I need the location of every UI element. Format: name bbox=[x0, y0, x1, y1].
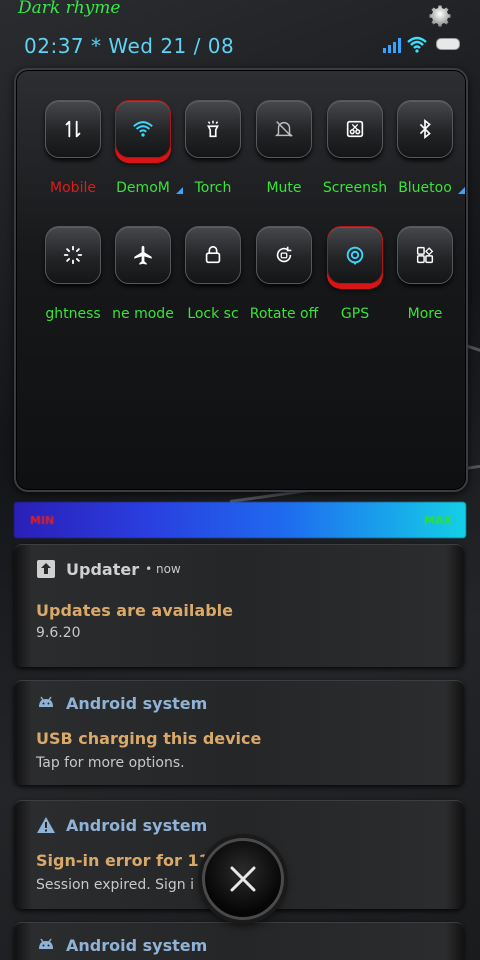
quick-tile-mobile-data[interactable]: Mobile bbox=[37, 100, 109, 196]
quick-tile-button[interactable] bbox=[397, 100, 453, 158]
notification-title: USB charging this device bbox=[36, 729, 262, 748]
quick-tile-airplane[interactable]: ne mode bbox=[107, 226, 179, 322]
close-icon bbox=[230, 866, 256, 892]
quick-tile-wifi[interactable]: DemoM bbox=[107, 100, 183, 196]
notification-card[interactable]: Android system USB charging this device … bbox=[14, 680, 464, 785]
android-icon bbox=[39, 938, 53, 949]
signal-wifi-icon bbox=[383, 36, 427, 53]
quick-tile-label: ne mode bbox=[112, 306, 174, 322]
quick-tile-label: More bbox=[407, 306, 443, 322]
settings-gear-icon[interactable] bbox=[426, 2, 454, 30]
quick-tile-button[interactable] bbox=[327, 226, 383, 284]
bluetooth-icon bbox=[419, 119, 431, 139]
quick-tile-bluetooth[interactable]: Bluetoo bbox=[389, 100, 465, 196]
quick-tile-label: Rotate off bbox=[249, 306, 319, 322]
rotate-icon bbox=[276, 246, 292, 263]
status-clock: 02:37 * Wed 21 / 08 bbox=[24, 34, 235, 58]
battery-icon bbox=[436, 38, 460, 50]
close-shade-button[interactable] bbox=[202, 838, 284, 920]
notification-shade: Dark rhyme 02:37 * Wed 21 / 08 Mobile Dem… bbox=[0, 0, 480, 960]
mute-icon bbox=[274, 121, 294, 137]
torch-icon bbox=[207, 120, 219, 138]
quick-tile-label: Lock sc bbox=[187, 306, 239, 322]
quick-tile-button[interactable] bbox=[397, 226, 453, 284]
quick-tile-label: Mute bbox=[266, 180, 302, 196]
quick-tile-button[interactable] bbox=[327, 100, 383, 158]
quick-tile-label: Bluetoo bbox=[398, 180, 452, 196]
screenshot-icon bbox=[346, 120, 364, 138]
quick-tile-button[interactable] bbox=[115, 100, 171, 158]
theme-label: Dark rhyme bbox=[18, 0, 121, 18]
quick-tile-label: ghtness bbox=[45, 306, 101, 322]
notification-text: Tap for more options. bbox=[36, 755, 185, 771]
upload-icon bbox=[37, 560, 55, 578]
quick-tile-button[interactable] bbox=[45, 226, 101, 284]
quick-tile-button[interactable] bbox=[256, 226, 312, 284]
lock-icon bbox=[205, 245, 221, 264]
gps-icon bbox=[346, 246, 364, 266]
quick-tile-button[interactable] bbox=[45, 100, 101, 158]
brightness-min-label: MIN bbox=[30, 514, 55, 527]
quick-tile-button[interactable] bbox=[256, 100, 312, 158]
quick-tile-label: Torch bbox=[194, 180, 232, 196]
quick-tile-label: Screensh bbox=[322, 180, 388, 196]
quick-tile-button[interactable] bbox=[185, 100, 241, 158]
quick-tile-button[interactable] bbox=[115, 226, 171, 284]
notification-title: Updates are available bbox=[36, 601, 233, 620]
quick-tile-lock[interactable]: Lock sc bbox=[177, 226, 249, 322]
quick-tile-screenshot[interactable]: Screensh bbox=[319, 100, 391, 196]
wifi-icon bbox=[133, 121, 153, 137]
notification-text: Session expired. Sign i bbox=[36, 877, 195, 893]
quick-tile-brightness[interactable]: ghtness bbox=[37, 226, 109, 322]
quick-tile-mute[interactable]: Mute bbox=[248, 100, 320, 196]
quick-tile-button[interactable] bbox=[185, 226, 241, 284]
quick-tile-label: Mobile bbox=[50, 180, 96, 196]
quick-tile-more[interactable]: More bbox=[389, 226, 461, 322]
notification-card[interactable]: Android system bbox=[14, 922, 464, 960]
quick-settings-panel: Mobile DemoM Torch Mute Screensh Bluetoo ghtne… bbox=[14, 68, 468, 492]
brightness-icon bbox=[63, 245, 83, 265]
mobile-data-icon bbox=[65, 120, 81, 138]
more-icon bbox=[416, 246, 434, 264]
quick-tile-gps[interactable]: GPS bbox=[319, 226, 391, 322]
notification-app-name: Android system bbox=[66, 935, 208, 955]
notification-time: • now bbox=[145, 562, 181, 576]
quick-tile-label: GPS bbox=[340, 306, 370, 322]
android-icon bbox=[39, 696, 53, 707]
brightness-max-label: MAX bbox=[424, 514, 452, 527]
notification-app-name: Android system bbox=[66, 693, 208, 713]
notification-card[interactable]: Updater • now Updates are available 9.6.… bbox=[14, 544, 464, 667]
notification-app-name: Updater bbox=[66, 559, 140, 579]
quick-tile-label: DemoM bbox=[116, 180, 170, 196]
notification-text: 9.6.20 bbox=[36, 625, 81, 641]
quick-tile-torch[interactable]: Torch bbox=[177, 100, 249, 196]
notification-app-name: Android system bbox=[66, 815, 208, 835]
warning-icon bbox=[37, 817, 55, 833]
airplane-icon bbox=[134, 245, 152, 265]
expand-corner-icon bbox=[458, 187, 465, 194]
quick-tile-rotate[interactable]: Rotate off bbox=[248, 226, 320, 322]
brightness-slider[interactable]: MIN MAX bbox=[14, 502, 466, 538]
